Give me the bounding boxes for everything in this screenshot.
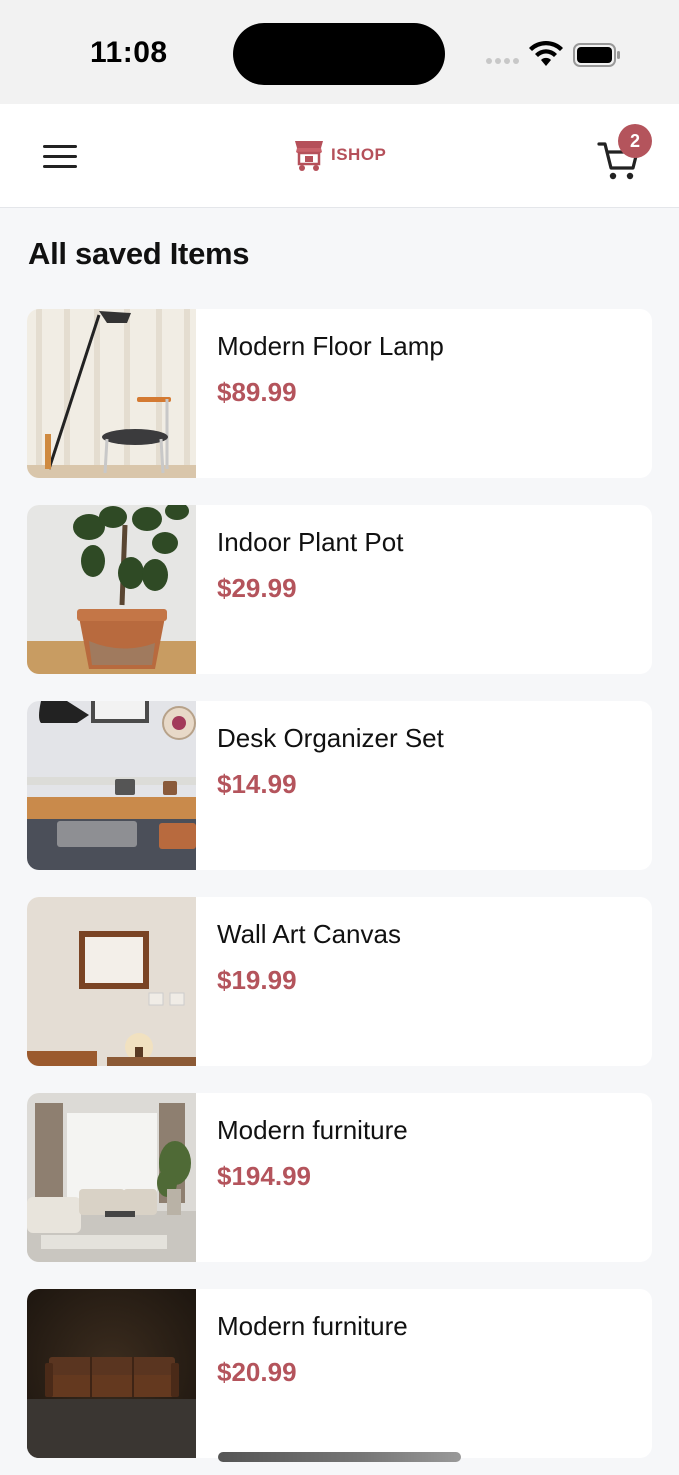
product-image-living-room (27, 1093, 196, 1262)
product-image-desk-organizer (27, 701, 196, 870)
item-name: Modern furniture (217, 1115, 408, 1145)
saved-item-card[interactable]: Indoor Plant Pot $29.99 (27, 505, 652, 674)
logo[interactable]: ISHOP (292, 138, 386, 172)
item-name: Modern Floor Lamp (217, 331, 444, 361)
item-price: $29.99 (217, 573, 297, 603)
item-price: $89.99 (217, 377, 297, 407)
dynamic-island (233, 23, 445, 85)
item-price: $14.99 (217, 769, 297, 799)
page-title: All saved Items (28, 236, 250, 271)
product-image-sofa (27, 1289, 196, 1458)
menu-button[interactable] (40, 140, 80, 172)
logo-text: ISHOP (331, 145, 387, 164)
item-name: Modern furniture (217, 1311, 408, 1341)
app-header: ISHOP 2 (0, 104, 679, 208)
saved-item-card[interactable]: Modern furniture $194.99 (27, 1093, 652, 1262)
item-name: Wall Art Canvas (217, 919, 401, 949)
cellular-signal-icon (486, 58, 519, 64)
product-image-plant-pot (27, 505, 196, 674)
item-price: $19.99 (217, 965, 297, 995)
cart-count-badge: 2 (618, 124, 652, 158)
product-image-wall-art (27, 897, 196, 1066)
cart-button[interactable]: 2 (596, 124, 656, 184)
product-image-floor-lamp (27, 309, 196, 478)
saved-item-card[interactable]: Modern furniture $20.99 (27, 1289, 652, 1458)
status-time: 11:08 (90, 36, 168, 69)
saved-items-list: Modern Floor Lamp $89.99 Indoor Plant Po… (27, 309, 652, 1475)
item-name: Desk Organizer Set (217, 723, 444, 753)
item-price: $20.99 (217, 1357, 297, 1387)
saved-item-card[interactable]: Modern Floor Lamp $89.99 (27, 309, 652, 478)
wifi-icon (529, 40, 563, 66)
item-name: Indoor Plant Pot (217, 527, 404, 557)
saved-item-card[interactable]: Desk Organizer Set $14.99 (27, 701, 652, 870)
item-price: $194.99 (217, 1161, 311, 1191)
saved-item-card[interactable]: Wall Art Canvas $19.99 (27, 897, 652, 1066)
home-indicator[interactable] (218, 1452, 461, 1462)
battery-icon (573, 43, 620, 67)
shop-cart-logo-icon (295, 141, 323, 171)
status-bar: 11:08 (0, 0, 679, 104)
